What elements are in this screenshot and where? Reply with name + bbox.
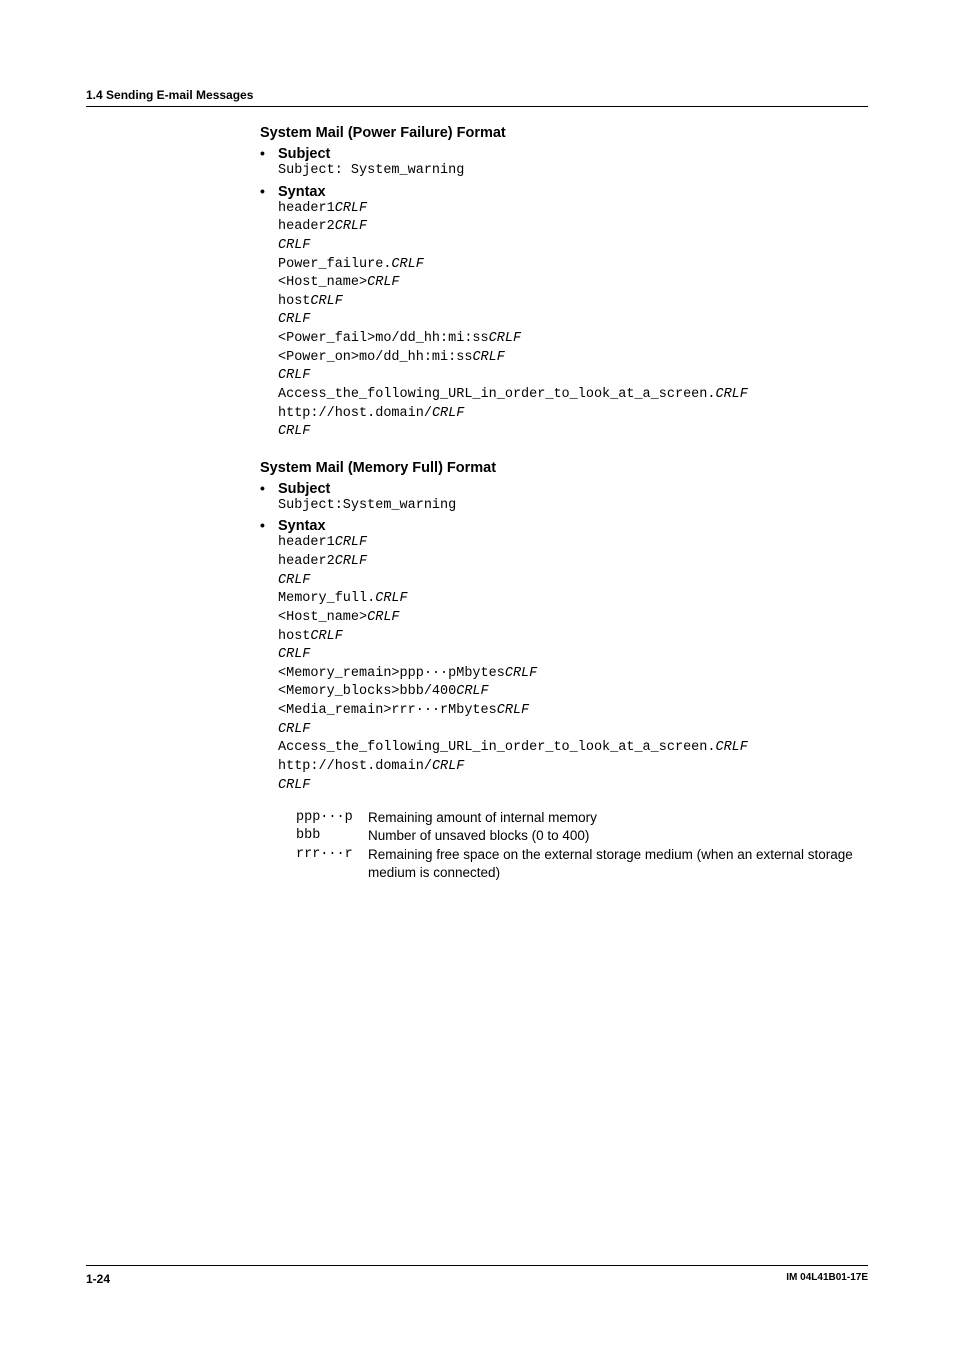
legend-block: ppp···pRemaining amount of internal memo… [296,809,868,882]
syntax-bullet: • Syntax [260,183,868,200]
power-failure-syntax: header1CRLFheader2CRLFCRLFPower_failure.… [278,200,868,442]
syntax-label: Syntax [278,184,326,200]
bullet-icon: • [260,145,278,162]
power-failure-title: System Mail (Power Failure) Format [260,125,868,141]
legend-row: rrr···rRemaining free space on the exter… [296,846,868,882]
subject-label: Subject [278,481,330,497]
syntax-bullet: • Syntax [260,517,868,534]
memory-full-title: System Mail (Memory Full) Format [260,460,868,476]
legend-key: rrr···r [296,846,368,864]
legend-value: Number of unsaved blocks (0 to 400) [368,827,589,845]
bullet-icon: • [260,183,278,200]
bullet-icon: • [260,480,278,497]
legend-value: Remaining amount of internal memory [368,809,597,827]
page-footer: 1-24 IM 04L41B01-17E [86,1265,868,1286]
legend-value: Remaining free space on the external sto… [368,846,868,882]
subject-label: Subject [278,146,330,162]
page-number: 1-24 [86,1272,110,1286]
subject-line: Subject: System_warning [278,162,868,181]
subject-bullet: • Subject [260,145,868,162]
legend-key: ppp···p [296,809,368,827]
subject-bullet: • Subject [260,480,868,497]
bullet-icon: • [260,517,278,534]
running-header: 1.4 Sending E-mail Messages [86,88,868,107]
subject-line: Subject:System_warning [278,497,868,516]
memory-full-syntax: header1CRLFheader2CRLFCRLFMemory_full.CR… [278,534,868,795]
legend-key: bbb [296,827,368,845]
syntax-label: Syntax [278,518,326,534]
doc-number: IM 04L41B01-17E [786,1272,868,1286]
legend-row: bbbNumber of unsaved blocks (0 to 400) [296,827,868,845]
legend-row: ppp···pRemaining amount of internal memo… [296,809,868,827]
